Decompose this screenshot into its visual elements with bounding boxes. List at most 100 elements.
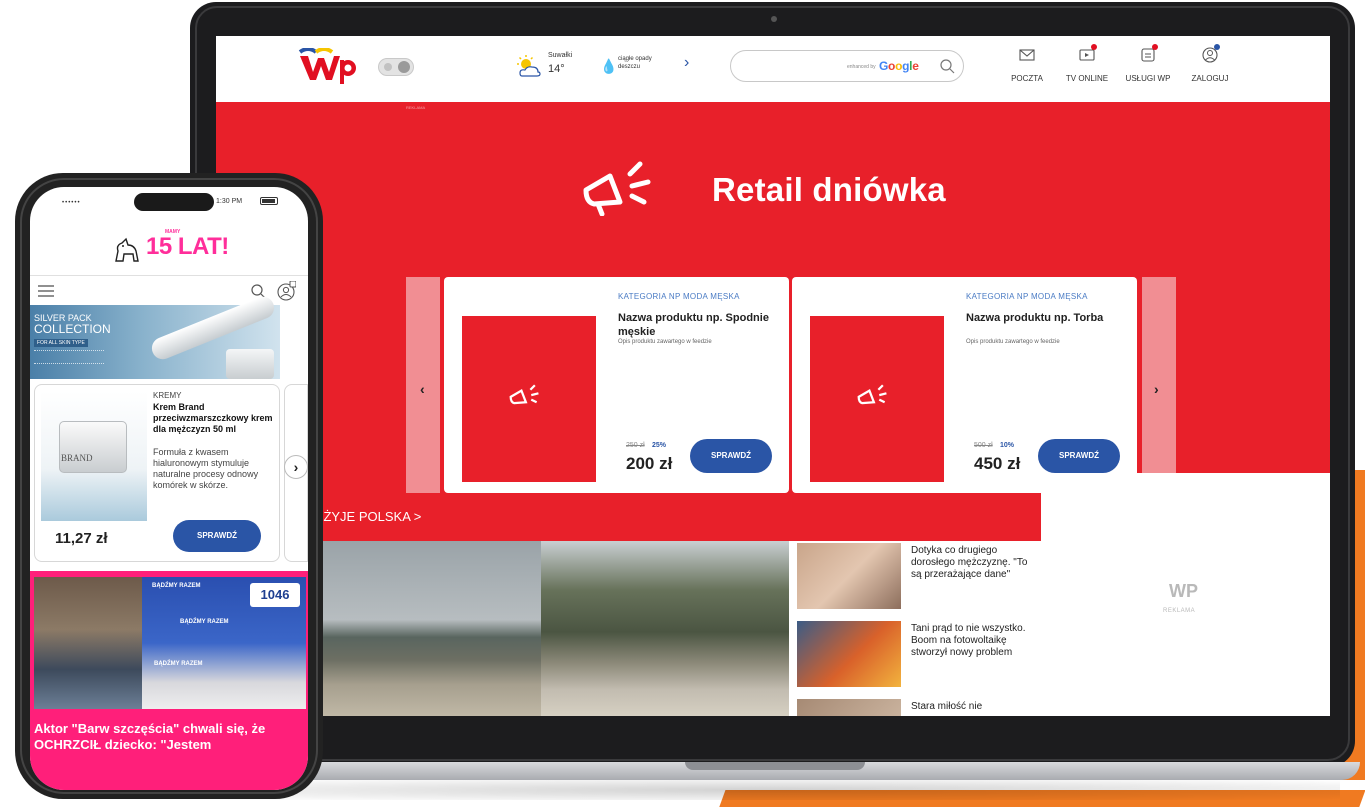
news-thumbnail[interactable] bbox=[797, 621, 901, 687]
product-card[interactable]: BRAND KREMY Krem Brand przeciwzmarszczko… bbox=[34, 384, 280, 562]
search-icon[interactable] bbox=[939, 58, 955, 74]
wp-logo-icon[interactable] bbox=[296, 48, 356, 86]
check-button[interactable]: SPRAWDŹ bbox=[690, 439, 772, 473]
nav-services-label: USŁUGI WP bbox=[1125, 74, 1171, 83]
battery-icon bbox=[260, 197, 278, 205]
product-image[interactable]: BRAND bbox=[41, 391, 147, 521]
product-image[interactable] bbox=[810, 316, 944, 482]
google-logo: Google bbox=[879, 59, 919, 73]
news-headline[interactable]: Dotyka co drugiego dorosłego mężczyznę. … bbox=[911, 545, 1037, 581]
product-category: KATEGORIA NP MODA MĘSKA bbox=[966, 292, 1088, 301]
banner-fine-print bbox=[34, 350, 104, 364]
rain-drops-icon: 💧 bbox=[600, 58, 618, 74]
nav-mail-label: POCZTA bbox=[1011, 74, 1043, 83]
nav-services[interactable]: USŁUGI WP bbox=[1120, 44, 1176, 83]
nav-mail[interactable]: POCZTA bbox=[999, 46, 1055, 83]
product-discount: 10% bbox=[1000, 442, 1015, 449]
phone-screen: •••••• 1:30 PM MAMY 15 LAT! SILVER PACK … bbox=[30, 187, 308, 790]
megaphone-icon bbox=[583, 161, 651, 216]
tv-icon bbox=[1078, 44, 1097, 64]
user-icon[interactable] bbox=[276, 281, 296, 301]
news-photo-forest-beach[interactable] bbox=[541, 541, 789, 716]
retail-title: Retail dniówka bbox=[712, 171, 946, 208]
hamburger-menu-icon[interactable] bbox=[38, 285, 54, 297]
weather-partly-cloudy-icon bbox=[517, 55, 541, 77]
news-headline[interactable]: Tani prąd to nie wszystko. Boom na fotow… bbox=[911, 623, 1037, 659]
banner-line2: COLLECTION bbox=[34, 322, 111, 336]
search-input[interactable]: enhanced by Google bbox=[730, 50, 964, 82]
laptop-shadow bbox=[200, 780, 1340, 800]
chevron-right-icon[interactable]: › bbox=[284, 455, 308, 479]
carousel-prev[interactable]: ‹ bbox=[406, 277, 440, 493]
ad-label: REKLAMA bbox=[1163, 608, 1196, 614]
anniversary-logo[interactable]: 15 LAT! bbox=[146, 233, 229, 261]
mail-icon bbox=[1019, 49, 1035, 61]
product-image[interactable] bbox=[462, 316, 596, 482]
product-description: Opis produktu zawartego w feedzie bbox=[618, 339, 712, 345]
article-title[interactable]: Aktor "Barw szczęścia" chwali się, że OC… bbox=[34, 721, 306, 753]
banner-tag: FOR ALL SKIN TYPE bbox=[34, 339, 88, 347]
dog-logo-icon bbox=[115, 237, 139, 262]
product-name[interactable]: Nazwa produktu np. Spodnie męskie bbox=[618, 311, 784, 339]
product-card[interactable]: KATEGORIA NP MODA MĘSKA Nazwa produktu n… bbox=[792, 277, 1137, 493]
dark-mode-toggle[interactable] bbox=[378, 58, 414, 76]
side-advertisement[interactable]: WP REKLAMA bbox=[1041, 473, 1330, 716]
news-thumbnail[interactable] bbox=[797, 699, 901, 716]
product-name[interactable]: Nazwa produktu np. Torba bbox=[966, 311, 1132, 325]
news-photo-beach[interactable] bbox=[311, 541, 541, 716]
nav-tv-label: TV ONLINE bbox=[1065, 74, 1109, 83]
user-icon bbox=[1201, 44, 1220, 64]
news-headline[interactable]: Stara miłość nie bbox=[911, 701, 1037, 713]
chevron-right-icon[interactable]: › bbox=[1154, 381, 1159, 397]
chevron-left-icon[interactable]: ‹ bbox=[420, 381, 425, 397]
megaphone-icon bbox=[857, 384, 887, 405]
signal-indicator: •••••• bbox=[62, 200, 81, 206]
product-discount: 25% bbox=[652, 442, 667, 449]
ad-banner[interactable]: SILVER PACK COLLECTION FOR ALL SKIN TYPE bbox=[30, 293, 280, 379]
product-old-price: 500 zł bbox=[974, 442, 993, 449]
product-price: 450 zł bbox=[974, 454, 1021, 473]
laptop-screen: Suwałki 14° 💧 ciągłe opady deszczu › enh… bbox=[216, 36, 1330, 716]
comment-count-badge[interactable]: 1046 bbox=[250, 583, 300, 607]
laptop-camera bbox=[771, 16, 777, 22]
nav-tv[interactable]: TV ONLINE bbox=[1059, 44, 1115, 83]
check-button[interactable]: SPRAWDŹ bbox=[1038, 439, 1120, 473]
site-header: Suwałki 14° 💧 ciągłe opady deszczu › enh… bbox=[216, 36, 1330, 102]
ad-label: REKLAMA bbox=[406, 105, 426, 110]
banner-razem-text: BĄDŹMY RAZEM bbox=[154, 661, 203, 667]
weather-temperature: 14° bbox=[548, 63, 565, 75]
promo-stage: Suwałki 14° 💧 ciągłe opady deszczu › enh… bbox=[0, 0, 1365, 807]
laptop-notch bbox=[685, 762, 865, 770]
nav-login-label: ZALOGUJ bbox=[1191, 74, 1229, 83]
product-card[interactable]: KATEGORIA NP MODA MĘSKA Nazwa produktu n… bbox=[444, 277, 789, 493]
nav-login[interactable]: ZALOGUJ bbox=[1182, 44, 1238, 83]
check-button[interactable]: SPRAWDŹ bbox=[173, 520, 261, 552]
wp-logo-grey: WP bbox=[1169, 581, 1198, 601]
news-thumbnail[interactable] bbox=[797, 543, 901, 609]
news-list: Dotyka co drugiego dorosłego mężczyznę. … bbox=[789, 541, 1041, 716]
banner-razem-text: BĄDŹMY RAZEM bbox=[152, 583, 201, 589]
chevron-right-icon[interactable]: › bbox=[684, 54, 689, 72]
status-time: 1:30 PM bbox=[216, 198, 243, 205]
carousel-next[interactable]: › bbox=[1142, 277, 1176, 493]
article-photo-left[interactable] bbox=[34, 577, 142, 709]
search-enhanced-by: enhanced by bbox=[847, 64, 876, 70]
cream-jar bbox=[59, 421, 127, 473]
weather-city[interactable]: Suwałki bbox=[548, 52, 572, 59]
article-teaser[interactable]: BĄDŹMY RAZEM BĄDŹMY RAZEM BĄDŹMY RAZEM 1… bbox=[30, 571, 308, 790]
product-price: 200 zł bbox=[626, 454, 673, 473]
banner-razem-text: BĄDŹMY RAZEM bbox=[180, 619, 229, 625]
weather-forecast: ciągłe opady deszczu bbox=[618, 56, 652, 70]
megaphone-icon bbox=[509, 384, 539, 405]
banner-cream-jar bbox=[226, 349, 274, 379]
product-name[interactable]: Krem Brand przeciwzmarszczkowy krem dla … bbox=[153, 402, 277, 435]
news-section-title[interactable]: M ŻYJE POLSKA > bbox=[309, 509, 421, 524]
product-category: KATEGORIA NP MODA MĘSKA bbox=[618, 292, 740, 301]
services-icon bbox=[1139, 44, 1158, 64]
product-description: Opis produktu zawartego w feedzie bbox=[966, 339, 1060, 345]
product-description: Formuła z kwasem hialuronowym stymuluje … bbox=[153, 447, 259, 490]
product-old-price: 250 zł bbox=[626, 442, 645, 449]
product-price: 11,27 zł bbox=[55, 530, 108, 547]
product-category: KREMY bbox=[153, 391, 182, 400]
phone-notch bbox=[134, 193, 214, 211]
